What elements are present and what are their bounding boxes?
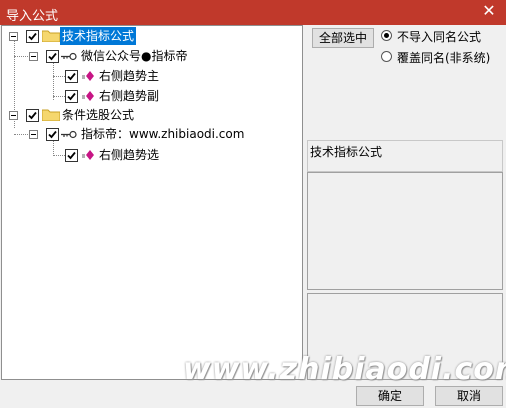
import-formula-dialog: 导入公式 ✕ 技术指标公式 微信公众号●指标帝 右侧趋势主 右侧趋势副 条件选股… xyxy=(0,0,506,408)
checkbox[interactable] xyxy=(26,109,39,122)
tree-node-label: 微信公众号●指标帝 xyxy=(81,49,188,63)
folder-icon xyxy=(42,109,60,121)
title-bar: 导入公式 ✕ xyxy=(0,0,506,25)
watermark: www.zhibiaodi.com xyxy=(183,352,506,387)
radio-no-import[interactable] xyxy=(381,30,392,41)
radio-overwrite-label[interactable]: 覆盖同名(非系统) xyxy=(397,49,490,66)
tree-node-formula[interactable]: 右侧趋势主 xyxy=(2,67,302,85)
tree-node-technical[interactable]: 技术指标公式 xyxy=(2,27,302,45)
tree-node-label: 右侧趋势选 xyxy=(99,148,160,162)
close-icon[interactable]: ✕ xyxy=(480,2,498,20)
collapse-icon[interactable] xyxy=(9,32,18,41)
tree-node-label: 技术指标公式 xyxy=(60,27,137,45)
tree-node-wechat[interactable]: 微信公众号●指标帝 xyxy=(2,47,302,65)
tree-node-label: 右侧趋势主 xyxy=(99,69,160,83)
collapse-icon[interactable] xyxy=(29,130,38,139)
tree-node-screening[interactable]: 条件选股公式 xyxy=(2,106,302,124)
tree-node-site[interactable]: 指标帝：www.zhibiaodi.com xyxy=(2,125,302,143)
select-all-button[interactable]: 全部选中 xyxy=(312,28,374,48)
category-label: 技术指标公式 xyxy=(310,145,383,159)
tree-node-label: 右侧趋势副 xyxy=(99,89,160,103)
key-icon xyxy=(61,52,77,61)
dialog-title: 导入公式 xyxy=(6,9,59,24)
radio-no-import-label[interactable]: 不导入同名公式 xyxy=(397,28,481,45)
tree-node-label: 指标帝：www.zhibiaodi.com xyxy=(81,127,245,141)
tree-node-label: 条件选股公式 xyxy=(62,108,135,122)
category-panel: 技术指标公式 xyxy=(307,140,503,172)
formula-icon xyxy=(82,91,94,101)
checkbox[interactable] xyxy=(26,30,39,43)
formula-icon xyxy=(82,150,94,160)
key-icon xyxy=(61,130,77,139)
ok-button[interactable]: 确定 xyxy=(356,386,424,406)
tree-node-formula[interactable]: 右侧趋势选 xyxy=(2,146,302,164)
checkbox[interactable] xyxy=(65,149,78,162)
checkbox[interactable] xyxy=(46,128,59,141)
checkbox[interactable] xyxy=(65,70,78,83)
radio-overwrite[interactable] xyxy=(381,51,392,62)
tree-node-formula[interactable]: 右侧趋势副 xyxy=(2,87,302,105)
checkbox[interactable] xyxy=(65,90,78,103)
checkbox[interactable] xyxy=(46,50,59,63)
formula-icon xyxy=(82,71,94,81)
description-panel xyxy=(307,172,503,290)
cancel-button[interactable]: 取消 xyxy=(435,386,503,406)
collapse-icon[interactable] xyxy=(9,111,18,120)
collapse-icon[interactable] xyxy=(29,52,38,61)
formula-tree[interactable]: 技术指标公式 微信公众号●指标帝 右侧趋势主 右侧趋势副 条件选股公式 指标帝：… xyxy=(1,25,303,380)
folder-icon xyxy=(42,30,60,42)
